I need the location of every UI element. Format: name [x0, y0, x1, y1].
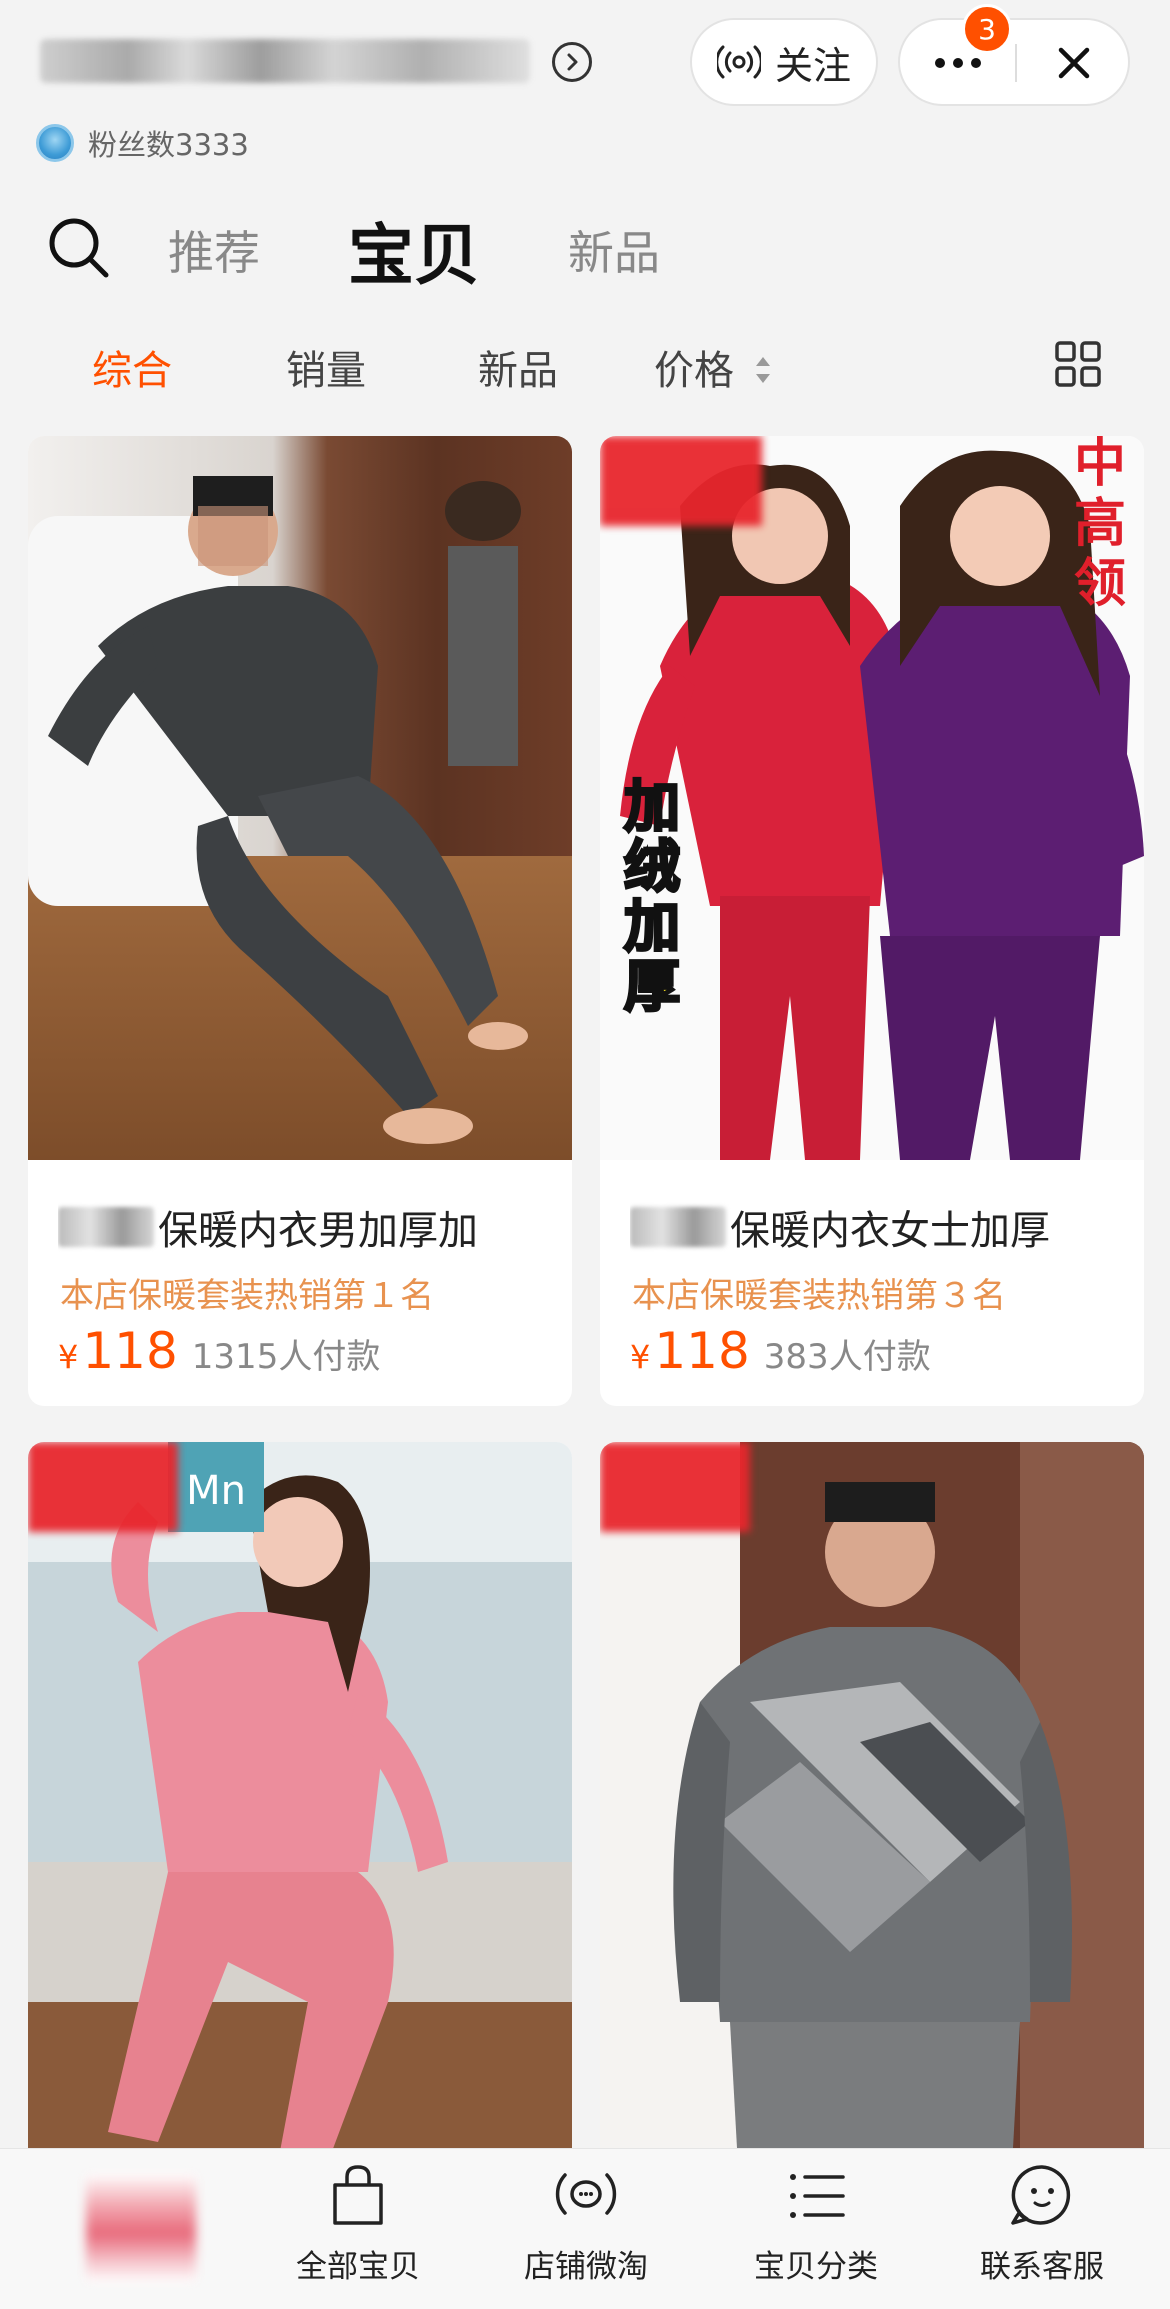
search-button[interactable] — [46, 215, 112, 285]
promo-tag-redacted — [600, 436, 762, 526]
sort-bar: 综合 销量 新品 价格 — [0, 328, 1170, 408]
product-title-text: 保暖内衣女士加厚 — [730, 1208, 1050, 1254]
tab-recommend[interactable]: 推荐 — [168, 217, 260, 283]
tab-items[interactable]: 宝贝 — [348, 202, 480, 298]
product-card[interactable]: 保暖内衣男加厚加 本店保暖套装热销第１名 ¥ 118 1315人付款 — [28, 436, 572, 1406]
sort-new[interactable]: 新品 — [478, 338, 558, 396]
product-price-row: ¥ 118 1315人付款 — [58, 1322, 380, 1380]
product-image[interactable] — [600, 1442, 1144, 2202]
product-card[interactable]: Mn — [28, 1442, 572, 2202]
paid-count: 1315人付款 — [191, 1337, 381, 1377]
fans-badge-icon — [36, 124, 74, 162]
brand-redacted — [630, 1207, 726, 1247]
promo-tag-redacted — [600, 1442, 750, 1532]
product-card[interactable]: 中 高 领 加 绒 加 厚 保暖内衣女士加厚 本店保暖套装热销第３名 ¥ 118… — [600, 436, 1144, 1406]
image-label: 中 — [1074, 436, 1126, 494]
price-value: 118 — [654, 1322, 750, 1380]
dot-icon — [934, 58, 945, 68]
paid-count: 383人付款 — [763, 1337, 931, 1377]
sort-sales[interactable]: 销量 — [286, 338, 366, 396]
main-tabs: 推荐 宝贝 新品 — [46, 200, 660, 300]
broadcast-icon — [716, 45, 761, 79]
image-label: 加 — [624, 775, 680, 840]
product-price-row: ¥ 118 383人付款 — [630, 1322, 931, 1380]
product-image[interactable]: Mn — [28, 1442, 572, 2202]
list-icon — [790, 2174, 845, 2218]
bottom-bar: 全部宝贝 店铺微淘 宝贝分类 联系客服 — [0, 2148, 1170, 2309]
sort-arrows-icon — [756, 357, 770, 383]
chat-face-icon — [1011, 2165, 1071, 2225]
follow-button[interactable]: 关注 — [690, 18, 878, 106]
dot-icon — [970, 58, 981, 68]
notification-badge: 3 — [962, 4, 1012, 54]
product-image[interactable] — [28, 436, 572, 1160]
image-label: 加 — [624, 895, 680, 960]
bottom-tab-label: 全部宝贝 — [296, 2249, 420, 2285]
image-label: Mn — [186, 1468, 246, 1514]
grid-view-icon[interactable] — [1054, 340, 1102, 388]
search-icon — [49, 218, 109, 278]
promo-tag-redacted — [28, 1442, 178, 1532]
product-image[interactable]: 中 高 领 加 绒 加 厚 — [600, 436, 1144, 1160]
product-title-text: 保暖内衣男加厚加 — [158, 1208, 478, 1254]
price-symbol: ¥ — [630, 1338, 651, 1376]
shop-avatar[interactable] — [86, 2173, 196, 2283]
product-rank: 本店保暖套装热销第３名 — [632, 1276, 1006, 1316]
product-title[interactable]: 保暖内衣女士加厚 — [630, 1198, 1130, 1256]
product-rank: 本店保暖套装热销第１名 — [60, 1276, 434, 1316]
image-label: 高 — [1074, 494, 1126, 554]
product-card[interactable] — [600, 1442, 1144, 2202]
image-label: 领 — [1074, 554, 1126, 614]
sort-overall[interactable]: 综合 — [92, 338, 172, 396]
broadcast-chat-icon — [555, 2173, 617, 2215]
product-title[interactable]: 保暖内衣男加厚加 — [58, 1198, 558, 1256]
bottom-tab-service[interactable]: 联系客服 — [952, 2161, 1132, 2286]
bottom-tab-label: 店铺微淘 — [524, 2249, 648, 2285]
sort-price[interactable]: 价格 — [654, 338, 734, 396]
dot-icon — [952, 58, 963, 68]
image-label: 绒 — [624, 835, 680, 900]
close-icon — [1058, 47, 1089, 79]
fans-count: 粉丝数3333 — [36, 122, 249, 164]
bottom-tab-all-items[interactable]: 全部宝贝 — [268, 2161, 448, 2286]
shop-detail-arrow-icon[interactable] — [552, 42, 592, 82]
bottom-tab-weitao[interactable]: 店铺微淘 — [496, 2161, 676, 2286]
bottom-tab-label: 宝贝分类 — [754, 2249, 878, 2285]
follow-label: 关注 — [774, 43, 851, 88]
image-label: 厚 — [624, 955, 680, 1020]
shop-header: 粉丝数3333 关注 3 推荐 宝贝 新品 综合 销量 新品 价格 — [0, 0, 1170, 430]
fans-count-label: 粉丝数3333 — [88, 128, 249, 162]
brand-redacted — [58, 1207, 154, 1247]
price-value: 118 — [82, 1322, 178, 1380]
shop-name-redacted — [40, 39, 530, 83]
bottom-tab-label: 联系客服 — [980, 2249, 1104, 2285]
shopping-bag-icon — [333, 2165, 383, 2225]
tab-new[interactable]: 新品 — [568, 217, 660, 283]
price-symbol: ¥ — [58, 1338, 79, 1376]
close-button[interactable] — [1017, 20, 1130, 106]
mini-program-capsule — [898, 18, 1130, 106]
shop-name[interactable] — [40, 30, 530, 92]
bottom-tab-categories[interactable]: 宝贝分类 — [726, 2161, 906, 2286]
